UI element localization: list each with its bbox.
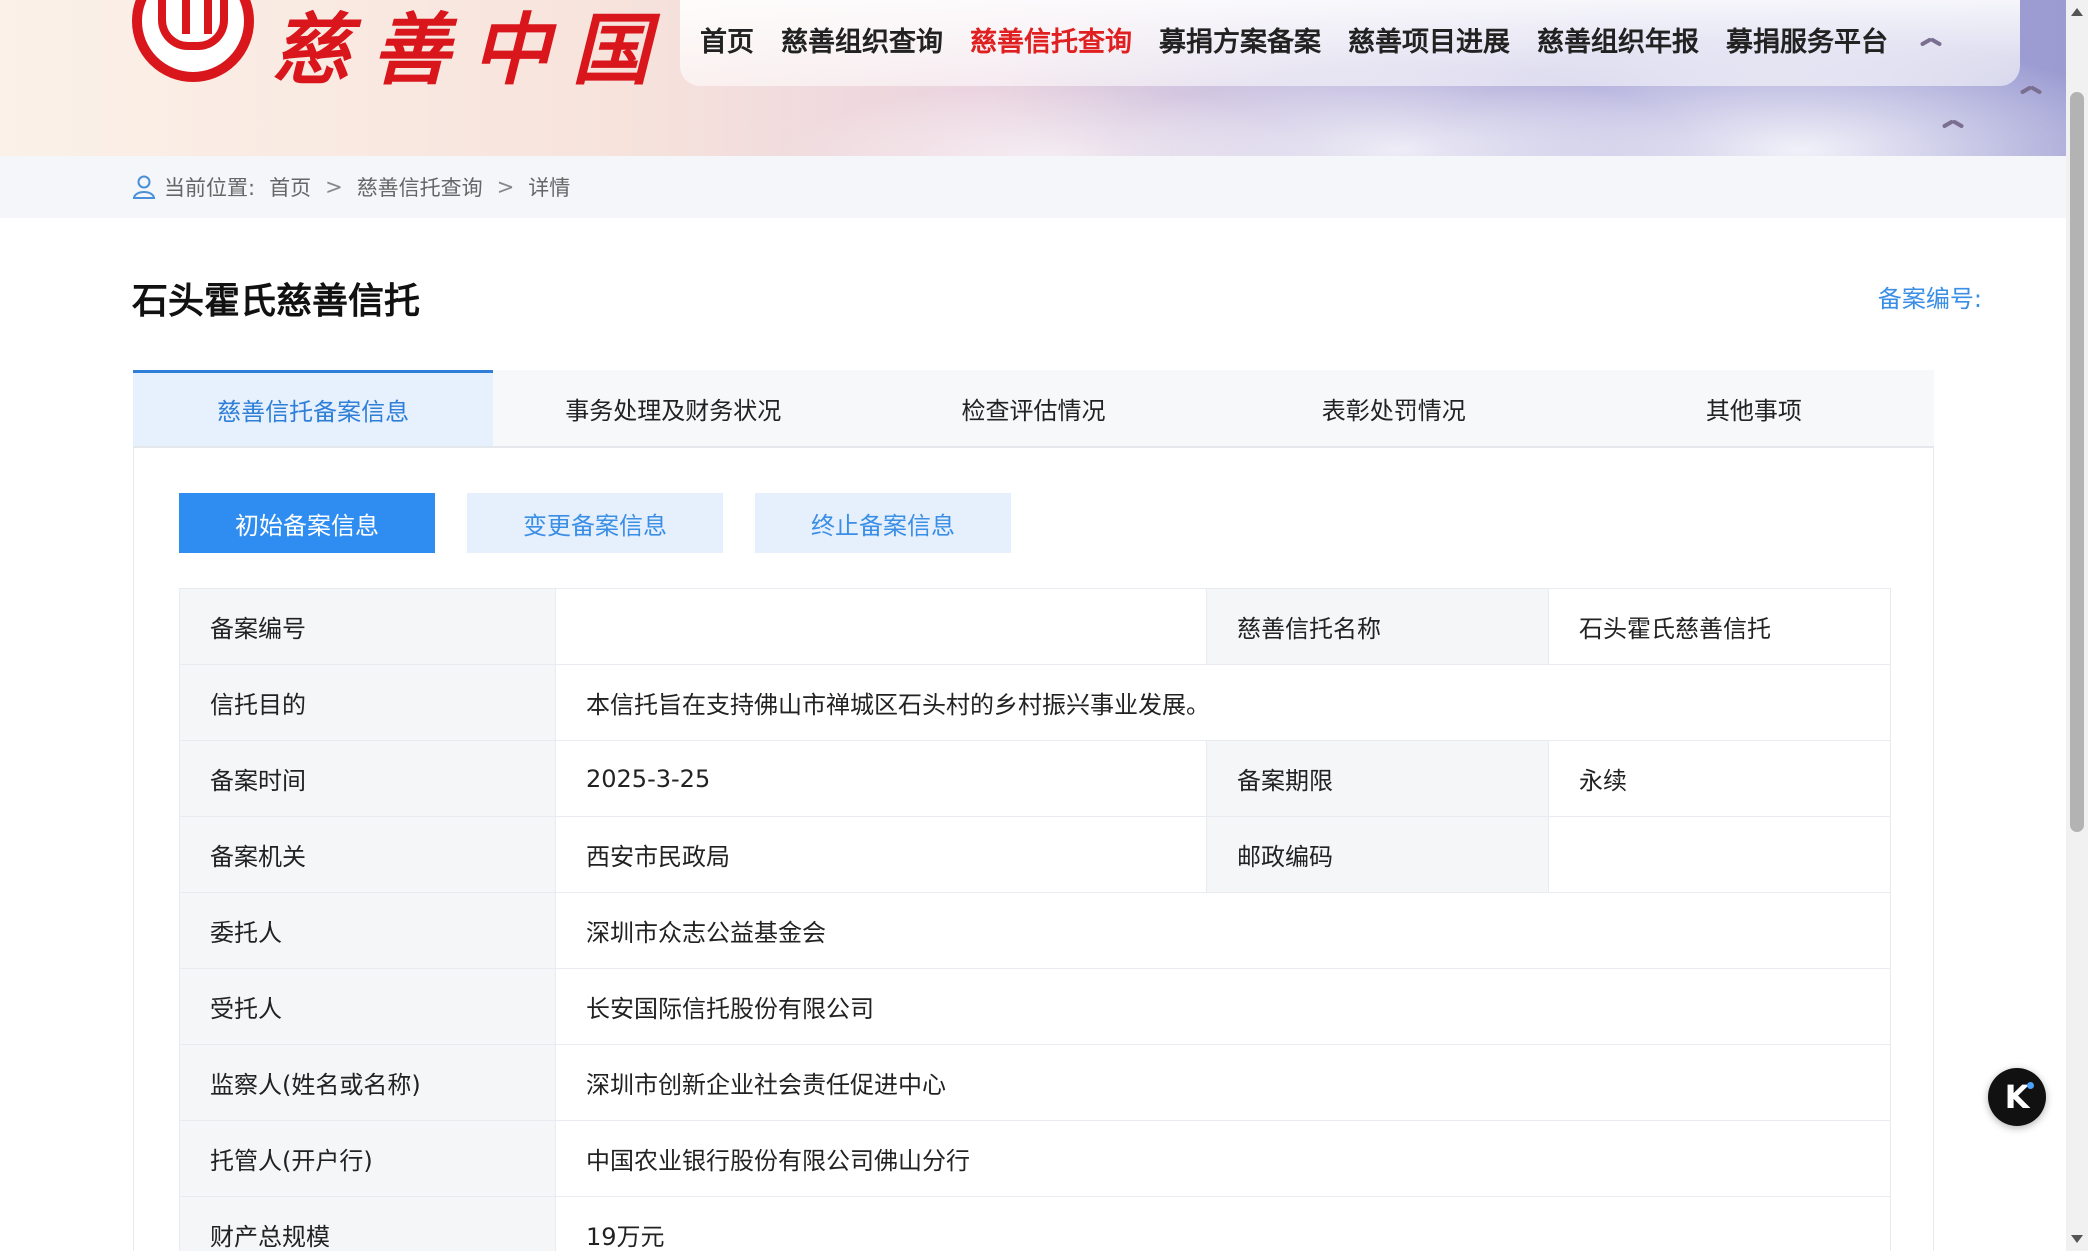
bird-decoration-icon: [1942, 122, 1964, 132]
logo-text: 慈善中国: [272, 5, 673, 96]
value-purpose: 本信托旨在支持佛山市禅城区石头村的乡村振兴事业发展。: [555, 664, 1891, 741]
scrollbar-thumb[interactable]: [2070, 92, 2084, 832]
label-authority: 备案机关: [179, 816, 556, 893]
tab-other-matters[interactable]: 其他事项: [1574, 370, 1934, 446]
scroll-down-arrow-icon[interactable]: [2071, 1235, 2083, 1243]
nav-item-org-query[interactable]: 慈善组织查询: [781, 22, 943, 64]
tab-inspection-evaluation[interactable]: 检查评估情况: [853, 370, 1213, 446]
breadcrumb: 当前位置: 首页 > 慈善信托查询 > 详情: [132, 156, 570, 218]
table-row: 委托人 深圳市众志公益基金会: [179, 892, 1891, 969]
charity-emblem-icon: [132, 0, 254, 82]
table-row: 备案机关 西安市民政局 邮政编码: [179, 816, 1891, 893]
tab-commendation-penalty[interactable]: 表彰处罚情况: [1214, 370, 1574, 446]
table-row: 财产总规模 19万元: [179, 1196, 1891, 1251]
nav-item-fundraising-filing[interactable]: 募捐方案备案: [1159, 22, 1321, 64]
sub-tabs: 初始备案信息 变更备案信息 终止备案信息: [179, 493, 1043, 553]
subtab-initial-filing[interactable]: 初始备案信息: [179, 493, 435, 553]
value-record-time: 2025-3-25: [555, 740, 1207, 817]
label-record-no: 备案编号: [179, 588, 556, 665]
value-postcode: [1548, 816, 1891, 893]
value-total-assets: 19万元: [555, 1196, 1891, 1251]
breadcrumb-prefix: 当前位置:: [164, 176, 256, 200]
table-row: 备案时间 2025-3-25 备案期限 永续: [179, 740, 1891, 817]
breadcrumb-home[interactable]: 首页: [269, 172, 311, 202]
k-assistant-button[interactable]: K: [1988, 1068, 2046, 1126]
label-record-term: 备案期限: [1206, 740, 1549, 817]
value-supervisor: 深圳市创新企业社会责任促进中心: [555, 1044, 1891, 1121]
scroll-up-arrow-icon[interactable]: [2071, 8, 2083, 16]
table-row: 监察人(姓名或名称) 深圳市创新企业社会责任促进中心: [179, 1044, 1891, 1121]
nav-item-fundraising-platform[interactable]: 募捐服务平台: [1726, 22, 1888, 64]
breadcrumb-strip: 当前位置: 首页 > 慈善信托查询 > 详情: [0, 156, 2066, 218]
value-authority: 西安市民政局: [555, 816, 1207, 893]
table-row: 信托目的 本信托旨在支持佛山市禅城区石头村的乡村振兴事业发展。: [179, 664, 1891, 741]
location-person-icon: [132, 175, 156, 199]
record-number-label: 备案编号:: [1877, 285, 1982, 313]
table-row: 托管人(开户行) 中国农业银行股份有限公司佛山分行: [179, 1120, 1891, 1197]
label-postcode: 邮政编码: [1206, 816, 1549, 893]
breadcrumb-separator: >: [325, 175, 343, 199]
page-title: 石头霍氏慈善信托: [132, 281, 421, 322]
main-nav: 首页 慈善组织查询 慈善信托查询 募捐方案备案 慈善项目进展 慈善组织年报 募捐…: [700, 22, 1915, 64]
table-row: 受托人 长安国际信托股份有限公司: [179, 968, 1891, 1045]
filing-info-panel: 初始备案信息 变更备案信息 终止备案信息 备案编号 慈善信托名称 石头霍氏慈善信…: [133, 448, 1934, 1251]
table-row: 备案编号 慈善信托名称 石头霍氏慈善信托: [179, 588, 1891, 665]
label-total-assets: 财产总规模: [179, 1196, 556, 1251]
subtab-change-filing[interactable]: 变更备案信息: [467, 493, 723, 553]
subtab-termination-filing[interactable]: 终止备案信息: [755, 493, 1011, 553]
k-logo-icon: K: [2004, 1078, 2030, 1116]
value-record-term: 永续: [1548, 740, 1891, 817]
value-trustee: 长安国际信托股份有限公司: [555, 968, 1891, 1045]
filing-info-table: 备案编号 慈善信托名称 石头霍氏慈善信托 信托目的 本信托旨在支持佛山市禅城区石…: [179, 588, 1891, 1251]
header-banner: 慈善中国 首页 慈善组织查询 慈善信托查询 募捐方案备案 慈善项目进展 慈善组织…: [0, 0, 2066, 156]
tab-affairs-finance[interactable]: 事务处理及财务状况: [493, 370, 853, 446]
value-trust-name: 石头霍氏慈善信托: [1548, 588, 1891, 665]
nav-item-annual-report[interactable]: 慈善组织年报: [1537, 22, 1699, 64]
tab-trust-filing-info[interactable]: 慈善信托备案信息: [133, 370, 494, 446]
label-trustee: 受托人: [179, 968, 556, 1045]
value-settlor: 深圳市众志公益基金会: [555, 892, 1891, 969]
nav-item-project-progress[interactable]: 慈善项目进展: [1348, 22, 1510, 64]
label-trust-name: 慈善信托名称: [1206, 588, 1549, 665]
viewport: 慈善中国 首页 慈善组织查询 慈善信托查询 募捐方案备案 慈善项目进展 慈善组织…: [0, 0, 2088, 1251]
label-purpose: 信托目的: [179, 664, 556, 741]
main-tabs: 慈善信托备案信息 事务处理及财务状况 检查评估情况 表彰处罚情况 其他事项: [133, 370, 1934, 448]
value-record-no: [555, 588, 1207, 665]
label-custodian: 托管人(开户行): [179, 1120, 556, 1197]
site-logo[interactable]: 慈善中国: [132, 0, 650, 96]
breadcrumb-trust-query[interactable]: 慈善信托查询: [357, 172, 483, 202]
bird-decoration-icon: [2020, 88, 2042, 98]
vertical-scrollbar[interactable]: [2066, 0, 2088, 1251]
breadcrumb-current: 详情: [528, 176, 571, 200]
nav-item-home[interactable]: 首页: [700, 22, 754, 64]
label-supervisor: 监察人(姓名或名称): [179, 1044, 556, 1121]
breadcrumb-separator: >: [496, 175, 515, 199]
label-settlor: 委托人: [179, 892, 556, 969]
bird-decoration-icon: [1920, 40, 1942, 50]
value-custodian: 中国农业银行股份有限公司佛山分行: [555, 1120, 1891, 1197]
label-record-time: 备案时间: [179, 740, 556, 817]
nav-item-trust-query[interactable]: 慈善信托查询: [970, 22, 1132, 64]
